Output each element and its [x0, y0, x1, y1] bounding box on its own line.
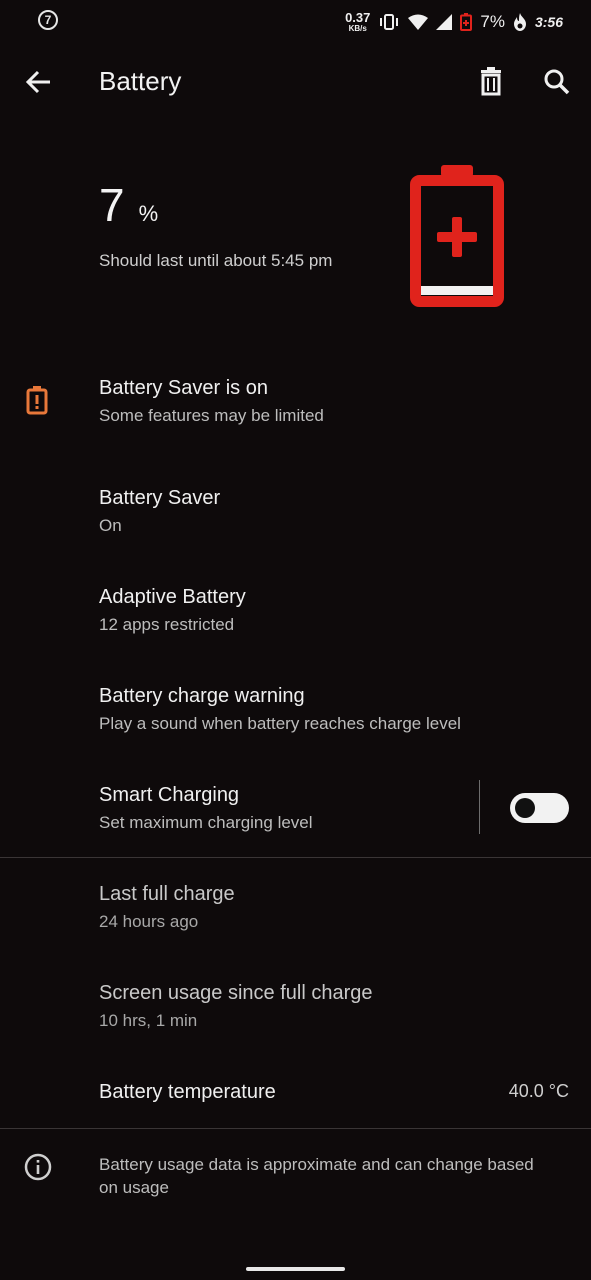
screen-usage-item: Screen usage since full charge 10 hrs, 1…: [99, 982, 373, 1031]
screen-usage-value: 10 hrs, 1 min: [99, 1011, 198, 1030]
adaptive-battery-item[interactable]: Adaptive Battery 12 apps restricted: [99, 586, 246, 635]
charge-warning-subtitle: Play a sound when battery reaches charge…: [99, 714, 461, 733]
smart-charging-item[interactable]: Smart Charging Set maximum charging leve…: [99, 784, 313, 833]
battery-saver-title: Battery Saver: [99, 487, 221, 509]
battery-level: 7 %: [99, 178, 158, 232]
flame-icon: [513, 13, 526, 31]
last-full-charge-value: 24 hours ago: [99, 912, 199, 931]
delete-button[interactable]: [474, 64, 508, 100]
network-speed-unit: KB/s: [348, 24, 367, 33]
section-divider: [0, 857, 591, 858]
charge-warning-title: Battery charge warning: [99, 685, 305, 707]
page-title: Battery: [99, 66, 182, 96]
cell-signal-icon: [436, 14, 453, 30]
battery-usage-disclaimer: Battery usage data is approximate and ca…: [99, 1155, 534, 1197]
last-full-charge-title: Last full charge: [99, 883, 235, 905]
screen-usage-title: Screen usage since full charge: [99, 982, 373, 1004]
battery-saver-alert[interactable]: Battery Saver is on Some features may be…: [99, 377, 324, 426]
battery-temperature-value: 40.0 °C: [508, 1081, 569, 1101]
status-bar-right: 0.37 KB/s 7% 3:56: [345, 8, 563, 36]
battery-saver-status-icon: [460, 13, 473, 31]
adaptive-battery-title: Adaptive Battery: [99, 586, 246, 608]
search-button[interactable]: [540, 64, 574, 100]
smart-charging-subtitle: Set maximum charging level: [99, 813, 313, 832]
last-full-charge-item: Last full charge 24 hours ago: [99, 883, 235, 932]
trash-icon: [481, 67, 501, 96]
battery-saver-subtitle: On: [99, 516, 122, 535]
battery-level-unit: %: [138, 201, 159, 226]
battery-saver-alert-title: Battery Saver is on: [99, 377, 268, 399]
battery-level-number: 7: [99, 179, 125, 231]
smart-charging-title: Smart Charging: [99, 784, 240, 806]
info-icon: [24, 1153, 52, 1181]
network-speed-value: 0.37: [345, 10, 371, 25]
toggle-knob: [515, 798, 535, 818]
adaptive-battery-subtitle: 12 apps restricted: [99, 615, 235, 634]
back-arrow-icon: [25, 70, 50, 94]
notification-count-badge: 7: [38, 10, 58, 30]
status-time: 3:56: [534, 14, 563, 30]
gesture-nav-handle[interactable]: [246, 1267, 345, 1271]
battery-saver-alert-subtitle: Some features may be limited: [99, 406, 324, 425]
search-icon: [544, 69, 570, 95]
battery-charge-warning-item[interactable]: Battery charge warning Play a sound when…: [99, 685, 461, 734]
smart-charging-toggle[interactable]: [510, 793, 569, 823]
status-battery-percent: 7%: [480, 12, 505, 31]
vibrate-icon: [380, 14, 399, 30]
back-button[interactable]: [22, 64, 58, 100]
network-speed: 0.37 KB/s: [345, 11, 370, 33]
battery-temperature-title: Battery temperature: [99, 1081, 276, 1103]
battery-temperature-item: Battery temperature: [99, 1081, 276, 1104]
battery-saver-large-icon: [410, 165, 504, 307]
footer-divider: [0, 1128, 591, 1129]
battery-estimate: Should last until about 5:45 pm: [99, 251, 333, 270]
battery-alert-icon: [26, 386, 48, 415]
battery-saver-item[interactable]: Battery Saver On: [99, 487, 220, 536]
wifi-icon: [408, 14, 429, 30]
toggle-divider: [479, 780, 480, 834]
